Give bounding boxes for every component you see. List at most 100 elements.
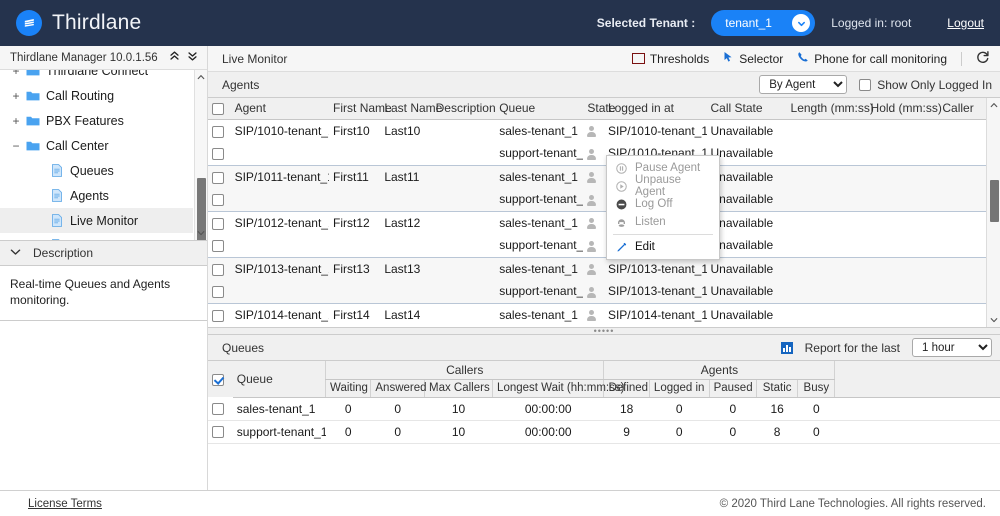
panel-splitter[interactable]: ••••• <box>208 327 1000 335</box>
col-defined[interactable]: Defined <box>604 379 649 397</box>
context-menu-item-edit[interactable]: Edit <box>607 238 719 256</box>
col-queue[interactable]: Queue <box>495 98 583 119</box>
tenant-selector-dropdown[interactable]: tenant_1 <box>711 10 815 36</box>
show-only-logged-in-checkbox[interactable] <box>859 79 871 91</box>
row-checkbox[interactable] <box>212 148 224 160</box>
sidebar-item-call-center[interactable]: −Call Center <box>0 133 193 158</box>
scroll-up-icon[interactable] <box>987 98 1000 112</box>
license-terms-link[interactable]: License Terms <box>28 498 102 510</box>
row-select-cell[interactable] <box>208 211 231 234</box>
expand-toggle-icon[interactable]: + <box>8 89 24 103</box>
col-longest-wait[interactable]: Longest Wait (hh:mm:ss) <box>493 379 604 397</box>
row-select-cell[interactable] <box>208 257 231 280</box>
cell-queue: sales-tenant_1 <box>495 119 583 142</box>
table-row[interactable]: SIP/1010-tenant_1First10Last10sales-tena… <box>208 119 1000 142</box>
row-checkbox[interactable] <box>212 240 224 252</box>
row-select-cell[interactable] <box>208 234 231 257</box>
queues-select-all-checkbox[interactable] <box>212 374 224 386</box>
table-row[interactable]: sales-tenant_1001000:00:001800160 <box>208 397 1000 420</box>
agents-select-all-checkbox[interactable] <box>212 103 224 115</box>
agents-select-all-cell[interactable] <box>208 98 231 119</box>
scroll-down-icon[interactable] <box>195 227 207 240</box>
sidebar-item-call-routing[interactable]: +Call Routing <box>0 83 193 108</box>
col-last-name[interactable]: Last Name <box>380 98 431 119</box>
sidebar-item-thirdlane-connect[interactable]: +Thirdlane Connect <box>0 70 193 83</box>
col-paused[interactable]: Paused <box>709 379 756 397</box>
sidebar-item-pbx-features[interactable]: +PBX Features <box>0 108 193 133</box>
sidebar-item-call-center-metrics[interactable]: Call Center Metrics <box>0 233 193 240</box>
row-checkbox[interactable] <box>212 403 224 415</box>
expand-toggle-icon[interactable]: + <box>8 114 24 128</box>
table-row[interactable]: SIP/1013-tenant_1First13Last13sales-tena… <box>208 257 1000 280</box>
col-hold[interactable]: Hold (mm:ss) <box>867 98 939 119</box>
row-select-cell[interactable] <box>208 188 231 211</box>
table-row[interactable]: support-tenant_1SIP/1014-tenant_1Unavail… <box>208 326 1000 327</box>
col-length[interactable]: Length (mm:ss) <box>787 98 867 119</box>
table-row[interactable]: SIP/1011-tenant_1First11Last11sales-tena… <box>208 165 1000 188</box>
scroll-down-icon[interactable] <box>987 313 1000 327</box>
description-panel-header[interactable]: Description <box>0 240 207 266</box>
table-row[interactable]: support-tenant_1001000:00:0090080 <box>208 420 1000 443</box>
row-checkbox[interactable] <box>212 218 224 230</box>
sidebar-scrollbar[interactable]: ⋮⋮ <box>194 70 207 240</box>
selector-button[interactable]: Selector <box>723 51 783 66</box>
col-waiting[interactable]: Waiting <box>326 379 371 397</box>
double-chevron-down-icon[interactable] <box>183 50 201 65</box>
row-checkbox[interactable] <box>212 426 224 438</box>
col-state[interactable]: State <box>583 98 604 119</box>
col-logged-in[interactable]: Logged in <box>649 379 709 397</box>
group-by-select[interactable]: By AgentBy Queue <box>759 75 847 94</box>
col-description[interactable]: Description <box>432 98 496 119</box>
report-period-select[interactable]: 1 hour4 hours12 hours1 day <box>912 338 992 357</box>
col-first-name[interactable]: First Name <box>329 98 380 119</box>
thresholds-button[interactable]: Thresholds <box>632 52 709 66</box>
col-call-state[interactable]: Call State <box>707 98 787 119</box>
col-static[interactable]: Static <box>757 379 798 397</box>
cell-logged-in-at: SIP/1014-tenant_1 <box>604 303 707 326</box>
agent-context-menu[interactable]: Pause AgentUnpause AgentLog OffListenEdi… <box>606 155 720 260</box>
expand-toggle-icon[interactable]: + <box>8 70 24 78</box>
sidebar-item-queues[interactable]: Queues <box>0 158 193 183</box>
folder-icon <box>24 140 42 152</box>
col-logged-in-at[interactable]: Logged in at <box>604 98 707 119</box>
show-only-logged-in-toggle[interactable]: Show Only Logged In <box>859 78 992 92</box>
row-select-cell[interactable] <box>208 420 233 443</box>
agents-scrollbar[interactable] <box>986 98 1000 327</box>
col-agent[interactable]: Agent <box>231 98 329 119</box>
table-row[interactable]: support-tenant_1SIP/1013-tenant_1Unavail… <box>208 280 1000 303</box>
row-select-cell[interactable] <box>208 119 231 142</box>
queues-select-all-cell[interactable] <box>208 361 233 397</box>
agents-scroll-thumb[interactable] <box>990 180 999 222</box>
row-select-cell[interactable] <box>208 326 231 327</box>
logout-link[interactable]: Logout <box>947 16 984 30</box>
sidebar-item-live-monitor[interactable]: Live Monitor <box>0 208 193 233</box>
phone-for-call-monitoring-button[interactable]: Phone for call monitoring <box>797 51 947 66</box>
table-row[interactable]: support-tenant_1SIP/1012-tenant_1Unavail… <box>208 234 1000 257</box>
row-checkbox[interactable] <box>212 286 224 298</box>
row-select-cell[interactable] <box>208 280 231 303</box>
row-checkbox[interactable] <box>212 310 224 322</box>
col-max-callers[interactable]: Max Callers <box>425 379 493 397</box>
col-answered[interactable]: Answered <box>371 379 425 397</box>
table-row[interactable]: support-tenant_1SIP/1010-tenant_1Unavail… <box>208 142 1000 165</box>
col-queue[interactable]: Queue <box>233 361 326 397</box>
col-busy[interactable]: Busy <box>798 379 835 397</box>
table-row[interactable]: SIP/1014-tenant_1First14Last14sales-tena… <box>208 303 1000 326</box>
row-checkbox[interactable] <box>212 172 224 184</box>
row-select-cell[interactable] <box>208 165 231 188</box>
cell-hold <box>867 234 939 257</box>
row-select-cell[interactable] <box>208 303 231 326</box>
scroll-up-icon[interactable] <box>195 70 207 83</box>
double-chevron-up-icon[interactable] <box>165 50 183 65</box>
collapse-toggle-icon[interactable]: − <box>8 139 24 153</box>
row-select-cell[interactable] <box>208 397 233 420</box>
row-checkbox[interactable] <box>212 126 224 138</box>
refresh-button[interactable] <box>976 50 990 67</box>
table-row[interactable]: support-tenant_1SIP/1011-tenant_1Unavail… <box>208 188 1000 211</box>
row-checkbox[interactable] <box>212 194 224 206</box>
row-checkbox[interactable] <box>212 264 224 276</box>
table-row[interactable]: SIP/1012-tenant_1First12Last12sales-tena… <box>208 211 1000 234</box>
row-select-cell[interactable] <box>208 142 231 165</box>
brand-logo-group[interactable]: Thirdlane <box>16 10 141 36</box>
sidebar-item-agents[interactable]: Agents <box>0 183 193 208</box>
